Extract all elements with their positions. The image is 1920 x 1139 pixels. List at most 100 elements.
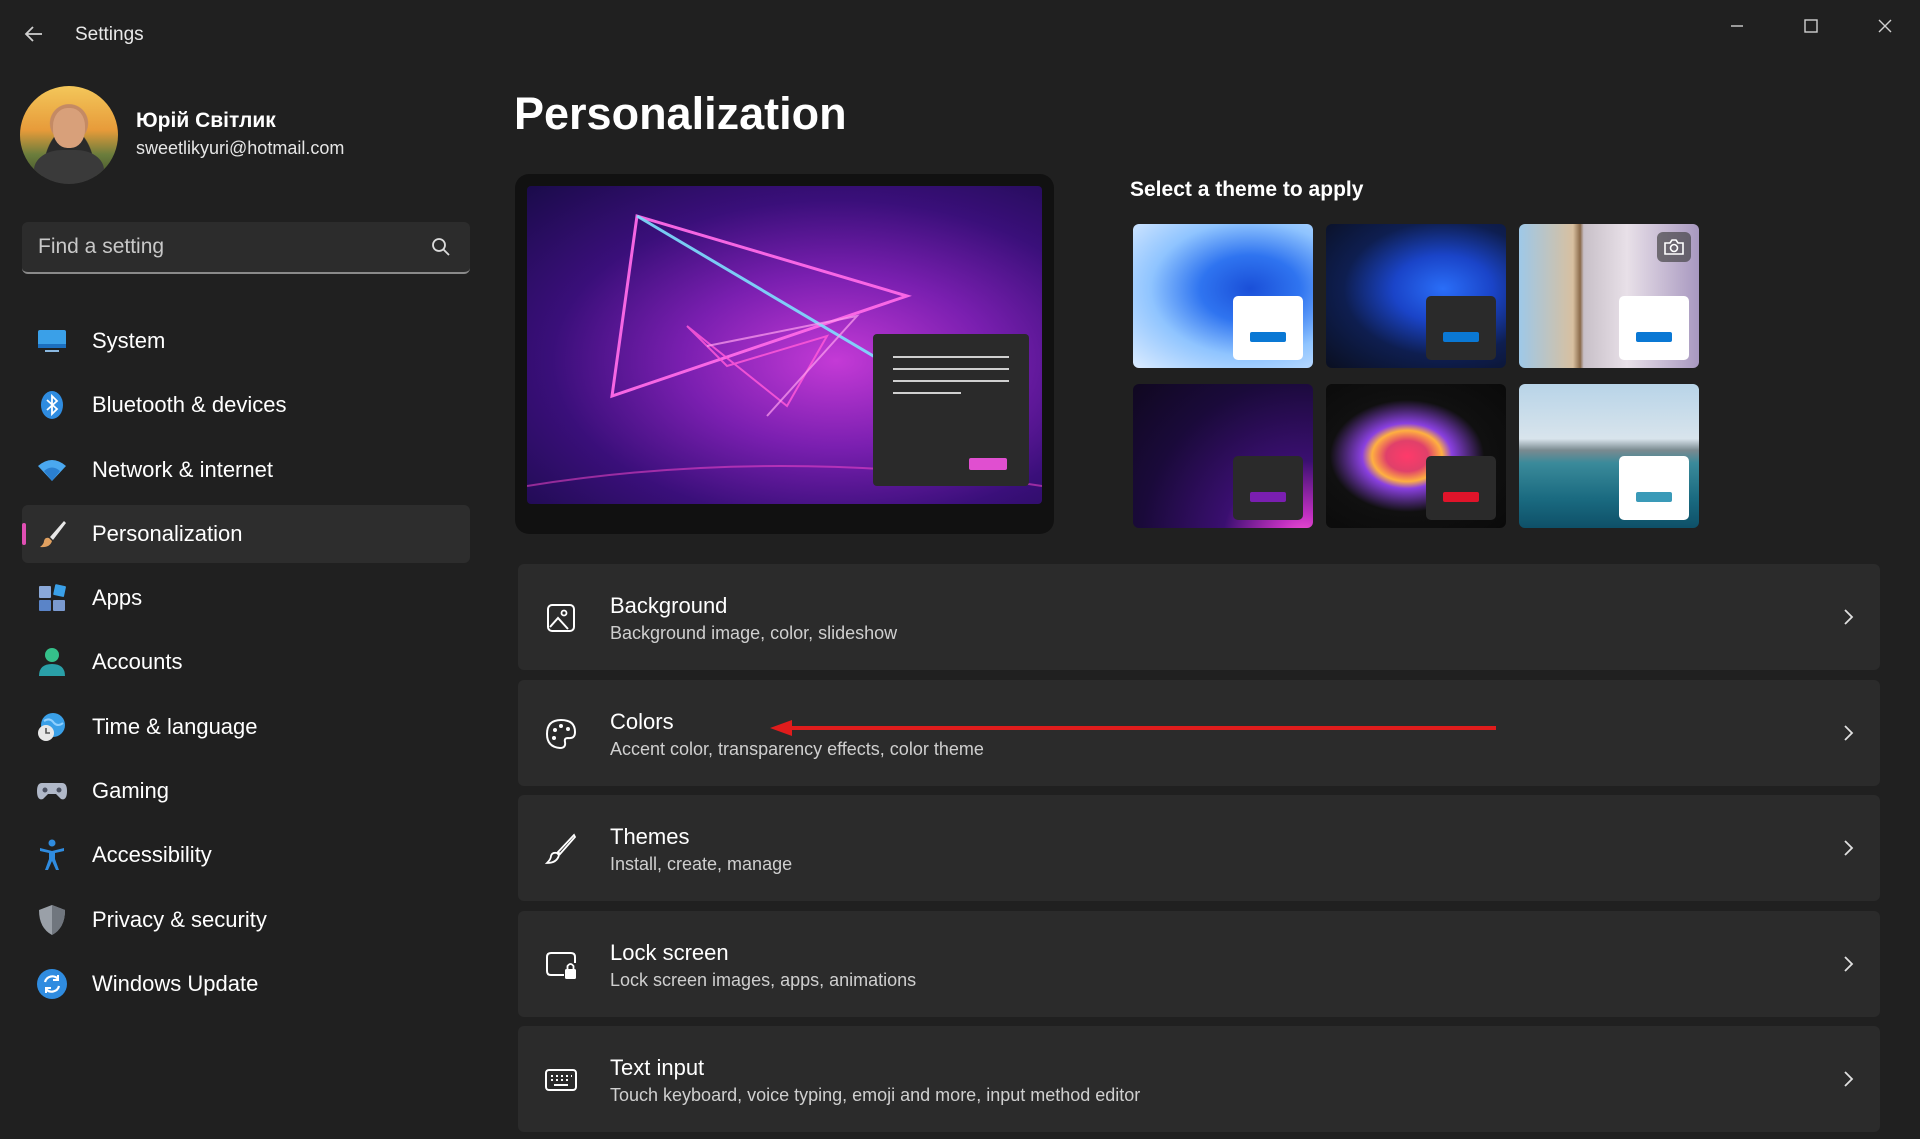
close-icon xyxy=(1878,19,1892,33)
setting-title: Colors xyxy=(610,708,674,734)
theme-tile-flow[interactable] xyxy=(1519,384,1699,528)
setting-description: Accent color, transparency effects, colo… xyxy=(610,738,984,759)
shield-icon xyxy=(36,904,68,936)
sidebar-item-label: Windows Update xyxy=(92,970,259,996)
theme-badge-bar xyxy=(1250,332,1286,342)
arrow-left-icon xyxy=(24,26,42,42)
sidebar-item-accessibility[interactable]: Accessibility xyxy=(22,826,470,884)
themes-heading: Select a theme to apply xyxy=(1130,178,1364,201)
theme-tile-windows-light[interactable] xyxy=(1133,224,1313,368)
theme-preview xyxy=(515,174,1054,534)
setting-title: Text input xyxy=(610,1055,705,1081)
setting-title: Background xyxy=(610,593,728,618)
preview-accent-button xyxy=(969,458,1007,470)
sidebar-item-privacy-security[interactable]: Privacy & security xyxy=(22,891,470,949)
apps-icon xyxy=(36,582,68,614)
setting-title: Themes xyxy=(610,824,690,850)
theme-badge xyxy=(1619,296,1689,360)
sidebar-item-gaming[interactable]: Gaming xyxy=(22,762,470,820)
minimize-icon xyxy=(1731,25,1743,27)
system-icon xyxy=(36,325,68,357)
theme-grid xyxy=(1133,224,1699,528)
setting-title: Lock screen xyxy=(610,939,729,965)
setting-lock-screen[interactable]: Lock screen Lock screen images, apps, an… xyxy=(518,910,1880,1017)
search-input[interactable] xyxy=(38,222,418,272)
search-icon[interactable] xyxy=(430,236,452,258)
camera-icon xyxy=(1657,232,1691,262)
chevron-right-icon xyxy=(1844,724,1854,741)
avatar-face xyxy=(53,108,85,148)
avatar-body xyxy=(34,150,104,184)
chevron-right-icon xyxy=(1844,840,1854,856)
sidebar-item-label: Gaming xyxy=(92,778,170,804)
theme-tile-glow[interactable] xyxy=(1133,384,1313,528)
setting-description: Background image, color, slideshow xyxy=(610,623,898,643)
sidebar-item-time-language[interactable]: Time & language xyxy=(22,698,470,756)
theme-badge-bar xyxy=(1443,332,1479,342)
sidebar-item-label: Accessibility xyxy=(92,842,212,868)
maximize-button[interactable] xyxy=(1786,6,1836,46)
back-button[interactable] xyxy=(18,20,50,48)
theme-tile-windows-dark[interactable] xyxy=(1326,224,1506,368)
chevron-right-icon xyxy=(1844,609,1854,625)
user-profile[interactable]: Юрій Світлик sweetlikyuri@hotmail.com xyxy=(20,86,480,186)
theme-badge-bar xyxy=(1250,492,1286,502)
brush-icon xyxy=(36,518,68,550)
setting-description: Touch keyboard, voice typing, emoji and … xyxy=(610,1085,1141,1106)
minimize-button[interactable] xyxy=(1712,6,1762,46)
setting-description: Lock screen images, apps, animations xyxy=(610,969,917,990)
theme-badge-bar xyxy=(1636,492,1672,502)
chevron-right-icon xyxy=(1844,956,1854,972)
sidebar-item-apps[interactable]: Apps xyxy=(22,569,470,627)
sidebar-item-label: Personalization xyxy=(92,520,243,546)
gamepad-icon xyxy=(36,775,68,807)
title-bar: Settings xyxy=(0,0,1920,68)
setting-themes[interactable]: Themes Install, create, manage xyxy=(518,795,1880,902)
theme-badge xyxy=(1233,456,1303,520)
sidebar: Юрій Світлик sweetlikyuri@hotmail.com Sy… xyxy=(0,68,490,1139)
sidebar-item-bluetooth[interactable]: Bluetooth & devices xyxy=(22,376,470,434)
globe-clock-icon xyxy=(36,711,68,743)
avatar xyxy=(20,86,118,184)
brush-icon xyxy=(544,833,577,865)
setting-background[interactable]: Background Background image, color, slid… xyxy=(518,564,1880,670)
app-title: Settings xyxy=(75,24,144,45)
sidebar-item-system[interactable]: System xyxy=(22,312,470,370)
accessibility-icon xyxy=(36,839,68,871)
theme-badge xyxy=(1233,296,1303,360)
sidebar-item-network[interactable]: Network & internet xyxy=(22,441,470,499)
sidebar-item-label: System xyxy=(92,328,166,353)
lock-screen-icon xyxy=(546,951,576,979)
sidebar-item-accounts[interactable]: Accounts xyxy=(22,633,470,691)
preview-line xyxy=(893,356,1009,358)
setting-description: Install, create, manage xyxy=(610,854,793,875)
page-title: Personalization xyxy=(514,88,847,139)
wifi-icon xyxy=(36,454,68,486)
preview-wallpaper xyxy=(527,186,1042,504)
chevron-right-icon xyxy=(1844,1071,1854,1088)
sidebar-item-label: Accounts xyxy=(92,649,183,675)
preview-line xyxy=(893,368,1009,370)
theme-badge xyxy=(1619,456,1689,520)
user-name: Юрій Світлик xyxy=(136,109,276,132)
setting-text-input[interactable]: Text input Touch keyboard, voice typing,… xyxy=(518,1026,1880,1133)
theme-tile-captured-motion[interactable] xyxy=(1326,384,1506,528)
preview-line xyxy=(893,380,1009,382)
theme-badge xyxy=(1426,296,1496,360)
image-icon xyxy=(547,604,575,632)
search-box[interactable] xyxy=(22,222,470,274)
preview-window xyxy=(873,334,1029,486)
sidebar-item-windows-update[interactable]: Windows Update xyxy=(22,955,470,1013)
sidebar-item-personalization[interactable]: Personalization xyxy=(22,504,470,563)
close-button[interactable] xyxy=(1860,6,1910,46)
settings-list: Background Background image, color, slid… xyxy=(518,564,1880,1139)
preview-line xyxy=(893,392,961,394)
update-icon xyxy=(36,968,68,1000)
bluetooth-icon xyxy=(36,389,68,421)
sidebar-nav: System Bluetooth & devices Network & int… xyxy=(22,312,470,1019)
palette-icon xyxy=(545,718,577,749)
sidebar-item-label: Apps xyxy=(92,585,143,611)
theme-tile-spotlight[interactable] xyxy=(1519,224,1699,368)
accounts-icon xyxy=(36,646,68,678)
keyboard-icon xyxy=(545,1069,577,1092)
